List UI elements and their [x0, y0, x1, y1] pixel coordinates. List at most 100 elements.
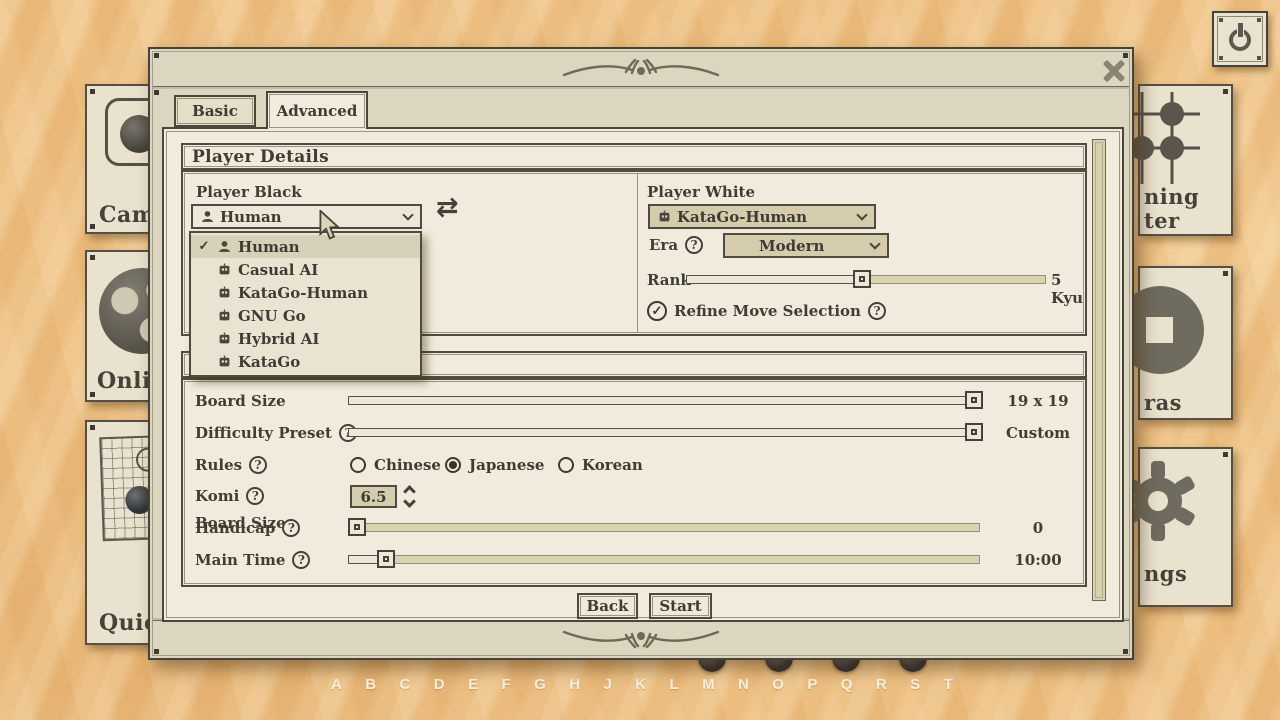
radio-selected-icon[interactable] [445, 457, 461, 473]
start-button[interactable]: Start [649, 593, 712, 619]
robot-icon [218, 309, 231, 322]
coord-letter: F [502, 676, 511, 693]
column-divider [637, 174, 638, 332]
main-time-value: 10:00 [993, 551, 1083, 569]
close-icon[interactable] [1098, 55, 1130, 87]
coord-letter: M [702, 676, 715, 693]
chevron-down-icon [402, 209, 413, 220]
komi-stepper[interactable] [403, 485, 417, 508]
dropdown-option-katago[interactable]: KataGo [191, 350, 420, 373]
player-black-value: Human [220, 208, 282, 226]
coord-letter: A [331, 676, 342, 693]
refine-help-icon[interactable]: ? [868, 302, 886, 320]
era-label: Era ? [649, 236, 703, 254]
person-icon [218, 240, 231, 253]
difficulty-slider-handle[interactable] [965, 423, 983, 441]
advanced-panel: Player Details Player Black Human ⇄ Play… [162, 127, 1124, 622]
era-help-icon[interactable]: ? [685, 236, 703, 254]
rules-label: Rules ? [195, 456, 267, 474]
swap-players-button[interactable]: ⇄ [436, 192, 459, 223]
komi-help-icon[interactable]: ? [246, 487, 264, 505]
coord-letter: D [434, 676, 445, 693]
board-size-value: 19 x 19 [993, 392, 1083, 410]
dropdown-option-hybrid-ai[interactable]: Hybrid AI [191, 327, 420, 350]
menu-card-settings[interactable]: ngs [1138, 447, 1233, 607]
era-value: Modern [759, 237, 824, 255]
coord-letter: H [569, 676, 580, 693]
power-button[interactable] [1212, 11, 1268, 67]
coord-letter: O [772, 676, 784, 693]
dropdown-option-human[interactable]: ✓ Human [191, 235, 420, 258]
era-dropdown[interactable]: Modern [723, 233, 889, 258]
coord-letter: R [876, 676, 887, 693]
dropdown-option-gnu-go[interactable]: GNU Go [191, 304, 420, 327]
main-time-slider-handle[interactable] [377, 550, 395, 568]
robot-icon [218, 355, 231, 368]
rank-slider[interactable] [686, 275, 1046, 284]
check-icon: ✓ [197, 239, 211, 254]
chevron-down-icon[interactable] [403, 495, 416, 508]
tab-advanced-label: Advanced [277, 102, 358, 120]
handicap-slider-handle[interactable] [348, 518, 366, 536]
menu-card-learning[interactable]: ning ter [1138, 84, 1233, 236]
tab-basic-label: Basic [192, 102, 238, 120]
handicap-label: Handicap ? [195, 519, 300, 537]
rank-label: Rank [647, 271, 691, 289]
menu-card-label: ngs [1144, 561, 1187, 586]
main-time-help-icon[interactable]: ? [292, 551, 310, 569]
section-title: Player Details [183, 147, 329, 167]
screen: A B C D E F G H J K L M N O P Q R S T Ca… [0, 0, 1280, 720]
komi-input[interactable]: 6.5 [350, 485, 397, 508]
back-button[interactable]: Back [577, 593, 638, 619]
player-black-dropdown-list: ✓ Human Casual AI KataGo-Human [189, 231, 422, 377]
handicap-slider[interactable] [348, 523, 980, 532]
menu-card-extras[interactable]: ras [1138, 266, 1233, 420]
radio-icon[interactable] [558, 457, 574, 473]
menu-card-label: ning [1144, 184, 1199, 209]
coord-letter: E [468, 676, 478, 693]
rank-value: 5 Kyu [1051, 271, 1085, 307]
player-details-header: Player Details [181, 143, 1087, 170]
dialog-top-ornament [153, 52, 1129, 87]
robot-icon [218, 286, 231, 299]
tab-basic[interactable]: Basic [174, 95, 256, 127]
radio-korean[interactable]: Korean [558, 456, 643, 474]
dropdown-option-casual-ai[interactable]: Casual AI [191, 258, 420, 281]
rank-slider-handle[interactable] [853, 270, 871, 288]
rules-help-icon[interactable]: ? [249, 456, 267, 474]
coord-letter: P [807, 676, 817, 693]
player-white-dropdown[interactable]: KataGo-Human [648, 204, 876, 229]
board-size-slider[interactable] [348, 396, 980, 405]
player-black-dropdown[interactable]: Human [191, 204, 422, 229]
radio-chinese[interactable]: Chinese [350, 456, 441, 474]
coord-letter: B [365, 676, 376, 693]
checkmark-circle-icon[interactable]: ✓ [647, 301, 667, 321]
refine-move-selection-checkbox[interactable]: ✓ Refine Move Selection ? [647, 301, 886, 321]
coord-letter: Q [841, 676, 853, 693]
player-white-value: KataGo-Human [677, 208, 807, 226]
robot-icon [218, 263, 231, 276]
main-time-slider[interactable] [348, 555, 980, 564]
menu-card-label: ras [1144, 390, 1182, 415]
board-coordinates: A B C D E F G H J K L M N O P Q R S T [331, 676, 953, 693]
chevron-down-icon [856, 209, 867, 220]
player-white-label: Player White [647, 183, 755, 201]
new-game-dialog: Basic Advanced Player Details Player Bla… [148, 47, 1134, 660]
dialog-bottom-ornament [153, 620, 1129, 655]
coord-letter: N [738, 676, 749, 693]
robot-icon [658, 210, 671, 223]
robot-icon [218, 332, 231, 345]
panel-scrollbar[interactable] [1092, 139, 1106, 601]
player-black-label: Player Black [196, 183, 302, 201]
handicap-help-icon[interactable]: ? [282, 519, 300, 537]
radio-icon[interactable] [350, 457, 366, 473]
radio-japanese[interactable]: Japanese [445, 456, 544, 474]
difficulty-slider[interactable] [348, 428, 980, 437]
tab-advanced[interactable]: Advanced [266, 91, 368, 129]
board-size-label: Board Size [195, 392, 286, 410]
coord-letter: L [669, 676, 678, 693]
difficulty-label: Difficulty Preset ? [195, 424, 357, 442]
match-settings-body: Board Size Board Size 19 x 19 Difficulty… [181, 378, 1087, 587]
board-size-slider-handle[interactable] [965, 391, 983, 409]
dropdown-option-katago-human[interactable]: KataGo-Human [191, 281, 420, 304]
